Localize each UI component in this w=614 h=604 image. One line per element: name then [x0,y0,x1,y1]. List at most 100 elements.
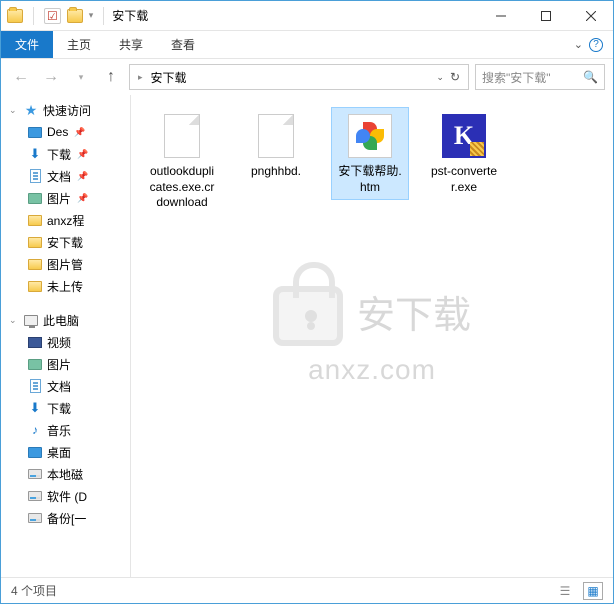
folder-icon [28,237,42,248]
file-item[interactable]: K pst-converter.exe [425,107,503,200]
folder-icon [28,281,42,292]
chevron-down-icon[interactable]: ⌄ [9,105,19,116]
tab-home[interactable]: 主页 [53,31,105,58]
folder-icon [28,259,42,270]
sidebar-item-videos[interactable]: 视频 [1,331,130,353]
app-folder-icon [7,9,23,23]
qat-properties-icon[interactable]: ☑ [44,8,61,24]
breadcrumb[interactable]: 安下载 [147,69,191,86]
pin-icon: 📌 [77,149,88,160]
sidebar-item-label: 桌面 [47,444,71,461]
sidebar-item-documents[interactable]: 文档 📌 [1,165,130,187]
sidebar-item-label: anxz程 [47,212,84,229]
forward-button[interactable]: → [39,65,63,89]
ribbon-help-icon[interactable]: ? [589,38,603,52]
sidebar-item-folder[interactable]: 未上传 [1,275,130,297]
file-area[interactable]: 安下载 anxz.com outlookduplicates.exe.crdow… [131,95,613,577]
sidebar-item-drive[interactable]: 备份[一 [1,507,130,529]
pin-icon: 📌 [74,127,85,138]
file-label: pnghhbd. [251,164,301,180]
sidebar: ⌄ ★ 快速访问 Des📌 ⬇下载📌 文档📌 图片📌 anxz程 安下载 图片管… [1,95,131,577]
sidebar-item-label: 快速访问 [43,102,91,119]
file-item[interactable]: pnghhbd. [237,107,315,185]
ribbon-expand-icon[interactable]: ⌄ [574,38,583,51]
music-icon: ♪ [27,422,43,438]
sidebar-item-label: 图片 [47,190,71,207]
maximize-button[interactable] [523,1,568,30]
sidebar-item-label: 此电脑 [43,312,79,329]
sidebar-item-label: Des [47,125,68,139]
video-icon [28,337,42,348]
sidebar-item-label: 图片管 [47,256,83,273]
ribbon: 文件 主页 共享 查看 ⌄ ? [1,31,613,59]
sidebar-item-label: 下载 [47,400,71,417]
sidebar-item-desktop[interactable]: Des 📌 [1,121,130,143]
folder-icon [28,215,42,226]
back-button[interactable]: ← [9,65,33,89]
sidebar-item-pictures[interactable]: 图片📌 [1,187,130,209]
nav-bar: ← → ▾ ↑ ▸ 安下载 ⌄ ↻ 搜索"安下载" 🔍 [1,59,613,95]
sidebar-quick-access[interactable]: ⌄ ★ 快速访问 [1,99,130,121]
sidebar-item-label: 软件 (D [47,488,87,505]
up-button[interactable]: ↑ [99,65,123,89]
sidebar-item-folder[interactable]: anxz程 [1,209,130,231]
sidebar-item-downloads[interactable]: ⬇下载 [1,397,130,419]
tab-share[interactable]: 共享 [105,31,157,58]
download-icon: ⬇ [27,146,43,162]
close-button[interactable] [568,1,613,30]
sidebar-item-drive[interactable]: 软件 (D [1,485,130,507]
sidebar-item-drive[interactable]: 本地磁 [1,463,130,485]
window-title: 安下载 [112,7,148,24]
view-icons-button[interactable]: ▦ [583,582,603,600]
quick-access-toolbar: ☑ ▾ [7,7,108,25]
minimize-button[interactable] [478,1,523,30]
watermark-text: 安下载 [357,297,471,335]
view-details-button[interactable]: ☰ [555,582,575,600]
file-icon [258,114,294,158]
drive-icon [28,491,42,501]
sidebar-item-label: 文档 [47,168,71,185]
history-dropdown[interactable]: ▾ [69,65,93,89]
file-item[interactable]: outlookduplicates.exe.crdownload [143,107,221,216]
sidebar-item-label: 备份[一 [47,510,86,527]
exe-icon: K [442,114,486,158]
sidebar-item-label: 未上传 [47,278,83,295]
sidebar-item-desktop[interactable]: 桌面 [1,441,130,463]
document-icon [30,379,41,393]
sidebar-item-folder[interactable]: 图片管 [1,253,130,275]
qat-new-folder-icon[interactable] [67,9,83,23]
chevron-right-icon[interactable]: ▸ [138,72,143,83]
desktop-icon [28,127,42,138]
qat-dropdown-icon[interactable]: ▾ [89,10,94,21]
refresh-icon[interactable]: ↻ [446,70,464,84]
sidebar-item-documents[interactable]: 文档 [1,375,130,397]
tab-file[interactable]: 文件 [1,31,53,58]
drive-icon [28,513,42,523]
address-bar[interactable]: ▸ 安下载 ⌄ ↻ [129,64,469,90]
sidebar-item-music[interactable]: ♪音乐 [1,419,130,441]
title-bar: ☑ ▾ 安下载 [1,1,613,31]
address-dropdown-icon[interactable]: ⌄ [436,72,444,83]
status-bar: 4 个项目 ☰ ▦ [1,577,613,603]
pc-icon [24,315,38,326]
pin-icon: 📌 [77,171,88,182]
lock-icon [273,286,343,346]
sidebar-item-label: 下载 [47,146,71,163]
search-icon: 🔍 [583,70,598,84]
picture-icon [28,193,42,204]
chevron-down-icon[interactable]: ⌄ [9,315,19,326]
sidebar-this-pc[interactable]: ⌄ 此电脑 [1,309,130,331]
sidebar-item-label: 安下载 [47,234,83,251]
sidebar-item-folder[interactable]: 安下载 [1,231,130,253]
watermark: 安下载 anxz.com [273,286,471,386]
desktop-icon [28,447,42,458]
sidebar-item-pictures[interactable]: 图片 [1,353,130,375]
htm-icon [348,114,392,158]
status-count: 4 个项目 [11,582,57,599]
sidebar-item-downloads[interactable]: ⬇下载 📌 [1,143,130,165]
sidebar-item-label: 文档 [47,378,71,395]
tab-view[interactable]: 查看 [157,31,209,58]
file-item[interactable]: 安下载帮助.htm [331,107,409,200]
search-input[interactable]: 搜索"安下载" 🔍 [475,64,605,90]
download-icon: ⬇ [27,400,43,416]
